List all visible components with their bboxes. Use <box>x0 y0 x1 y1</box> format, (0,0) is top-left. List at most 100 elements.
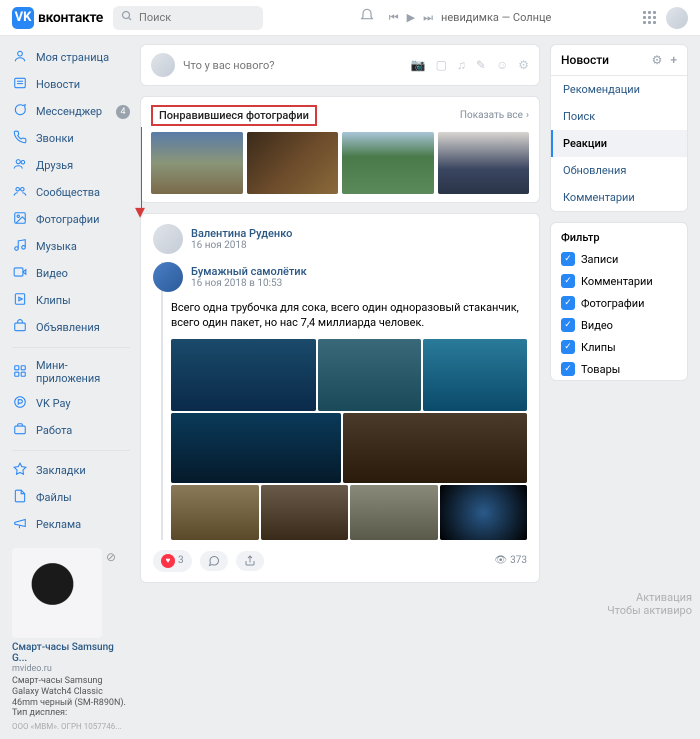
repost-author-avatar[interactable] <box>153 262 183 292</box>
nav-item-phone[interactable]: Звонки <box>12 125 130 152</box>
comment-button[interactable] <box>200 551 228 571</box>
friends-icon <box>12 157 28 174</box>
post-photo[interactable] <box>171 339 316 411</box>
filter-title: Фильтр <box>551 223 687 248</box>
filter-item[interactable]: ✓ Фотографии <box>551 292 687 314</box>
rsb-tab[interactable]: Обновления <box>551 157 687 184</box>
nav-item-clips[interactable]: Клипы <box>12 287 130 314</box>
rsb-tab[interactable]: Комментарии <box>551 184 687 211</box>
nav-item-work[interactable]: Работа <box>12 417 130 444</box>
ad-block[interactable]: ⊘ Смарт-часы Samsung G... mvideo.ru Смар… <box>12 548 130 731</box>
user-avatar[interactable] <box>666 7 688 29</box>
post-photo[interactable] <box>440 485 528 540</box>
composer-input[interactable] <box>183 59 403 72</box>
search-box[interactable] <box>113 6 263 30</box>
ad-title: Смарт-часы Samsung G... <box>12 642 130 664</box>
nav-item-chat[interactable]: Мессенджер4 <box>12 98 130 125</box>
checkbox-checked-icon: ✓ <box>561 296 575 310</box>
checkbox-checked-icon: ✓ <box>561 318 575 332</box>
post-photo[interactable] <box>171 413 341 483</box>
nav-item-pay[interactable]: VK Pay <box>12 390 130 417</box>
search-input[interactable] <box>139 11 255 24</box>
composer-settings-icon[interactable]: ⚙ <box>518 58 529 72</box>
post-author-avatar[interactable] <box>153 224 183 254</box>
player-prev-icon[interactable]: ⏮ <box>389 11 399 25</box>
music-icon <box>12 238 28 255</box>
attach-video-icon[interactable]: ▢ <box>436 58 447 72</box>
attach-article-icon[interactable]: ✎ <box>476 58 486 72</box>
nav-item-label: VK Pay <box>36 397 71 410</box>
apps-grid-icon[interactable] <box>643 11 656 24</box>
logo[interactable]: VK вконтакте <box>12 7 103 29</box>
post-author-name[interactable]: Валентина Руденко <box>191 227 292 240</box>
nav-item-news[interactable]: Новости <box>12 71 130 98</box>
nav-item-bookmark[interactable]: Закладки <box>12 457 130 484</box>
post-photo[interactable] <box>261 485 349 540</box>
nav-item-groups[interactable]: Сообщества <box>12 179 130 206</box>
nav-item-files[interactable]: Файлы <box>12 484 130 511</box>
attach-music-icon[interactable]: ♫ <box>457 58 466 72</box>
repost-author-name[interactable]: Бумажный самолётик <box>191 265 307 278</box>
news-panel-title: Новости <box>561 53 609 67</box>
filter-label: Фотографии <box>581 297 644 310</box>
post-photo[interactable] <box>350 485 438 540</box>
filter-item[interactable]: ✓Клипы <box>551 336 687 358</box>
nav-item-label: Реклама <box>36 518 81 531</box>
filter-item[interactable]: ✓ Записи <box>551 248 687 270</box>
filter-item[interactable]: ✓Видео <box>551 314 687 336</box>
filter-label: Комментарии <box>581 275 653 288</box>
rsb-tab[interactable]: Рекомендации <box>551 76 687 103</box>
checkbox-checked-icon: ✓ <box>561 274 575 288</box>
share-button[interactable] <box>236 551 264 571</box>
views-count: 👁 373 <box>494 555 527 566</box>
composer-card: 📷 ▢ ♫ ✎ ☺ ⚙ <box>140 44 540 86</box>
nav-item-market[interactable]: Объявления <box>12 314 130 341</box>
liked-photo-thumb[interactable] <box>342 132 434 194</box>
post-photo[interactable] <box>423 339 527 411</box>
nav-item-label: Сообщества <box>36 186 100 199</box>
nav-item-home[interactable]: Моя страница <box>12 44 130 71</box>
composer-emoji-icon[interactable]: ☺ <box>496 58 508 72</box>
settings-icon[interactable]: ⚙ <box>652 53 663 67</box>
ad-close-icon[interactable]: ⊘ <box>106 550 116 564</box>
nav-item-photo[interactable]: Фотографии <box>12 206 130 233</box>
nav-item-label: Моя страница <box>36 51 109 64</box>
player-play-icon[interactable]: ▶ <box>407 11 415 24</box>
post-date: 16 ноя 2018 <box>191 240 292 251</box>
player-track-title[interactable]: невидимка — Солнце <box>441 11 551 24</box>
post-photo[interactable] <box>343 413 527 483</box>
nav-item-label: Клипы <box>36 294 71 307</box>
rsb-tab[interactable]: Поиск <box>551 103 687 130</box>
attach-photo-icon[interactable]: 📷 <box>411 58 426 72</box>
nav-item-video[interactable]: Видео <box>12 260 130 287</box>
post-photo[interactable] <box>171 485 259 540</box>
nav-item-label: Фотографии <box>36 213 99 226</box>
notifications-icon[interactable] <box>355 8 379 27</box>
liked-photo-thumb[interactable] <box>247 132 339 194</box>
player-next-icon[interactable]: ⏭ <box>423 11 433 25</box>
nav-item-label: Объявления <box>36 321 100 334</box>
chevron-right-icon: › <box>526 110 529 121</box>
filter-label: Записи <box>581 253 618 266</box>
checkbox-checked-icon: ✓ <box>561 362 575 376</box>
checkbox-checked-icon: ✓ <box>561 252 575 266</box>
rsb-tab[interactable]: Реакции <box>551 130 687 157</box>
liked-photo-thumb[interactable] <box>151 132 243 194</box>
liked-photo-thumb[interactable] <box>438 132 530 194</box>
nav-item-apps[interactable]: Мини-приложения <box>12 354 130 390</box>
chat-icon <box>12 103 28 120</box>
filter-item[interactable]: ✓ Комментарии <box>551 270 687 292</box>
nav-item-music[interactable]: Музыка <box>12 233 130 260</box>
ad-domain: mvideo.ru <box>12 664 130 674</box>
news-icon <box>12 76 28 93</box>
logo-text: вконтакте <box>38 10 103 26</box>
post-photo[interactable] <box>318 339 422 411</box>
groups-icon <box>12 184 28 201</box>
like-button[interactable]: ♥ 3 <box>153 550 192 572</box>
nav-item-ads[interactable]: Реклама <box>12 511 130 538</box>
add-icon[interactable]: + <box>670 53 677 67</box>
filter-item[interactable]: ✓Товары <box>551 358 687 380</box>
nav-item-friends[interactable]: Друзья <box>12 152 130 179</box>
nav-item-label: Файлы <box>36 491 72 504</box>
show-all-link[interactable]: Показать все › <box>460 110 529 121</box>
